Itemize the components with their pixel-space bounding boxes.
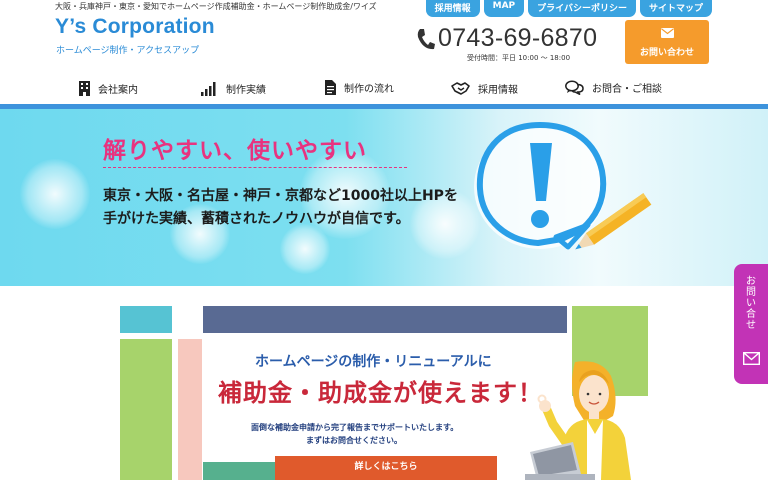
- phone-icon: [417, 28, 435, 49]
- document-icon: [325, 80, 336, 95]
- hero-headline: 解りやすい、使いやすい: [103, 138, 367, 164]
- hero-text-line-2: 手がけた実績、蓄積されたノウハウが自信です。: [103, 211, 410, 227]
- top-link-map[interactable]: MAP: [483, 0, 525, 17]
- details-button[interactable]: 詳しくはこちら: [275, 456, 497, 480]
- logo-subtitle: ホームページ制作・アクセスアップ: [56, 46, 200, 56]
- woman-with-laptop-illustration: [525, 361, 631, 480]
- nav-item-contact[interactable]: お問合・ご相談: [565, 80, 662, 95]
- nav-item-process[interactable]: 制作の流れ: [325, 80, 394, 95]
- nav-item-works[interactable]: 制作実績: [201, 81, 266, 96]
- bokeh-light: [20, 159, 90, 229]
- phone-number[interactable]: 0743-69-6870: [438, 24, 597, 53]
- top-link-recruit[interactable]: 採用情報: [425, 0, 480, 17]
- nav-item-recruit[interactable]: 採用情報: [451, 81, 518, 96]
- nav-item-company[interactable]: 会社案内: [79, 81, 138, 96]
- top-link-privacy[interactable]: プライバシーポリシー: [528, 0, 636, 17]
- business-hours: 受付時間：平日 10:00 ～ 18:00: [467, 54, 571, 62]
- site-tagline: 大阪・兵庫神戸・東京・愛知でホームページ作成補助金・ホームページ制作助成金/ワイ…: [55, 2, 377, 11]
- main-nav: 会社案内 制作実績 制作の流れ 採用情報 お問合・ご相談: [55, 77, 713, 101]
- nav-label: 制作実績: [226, 85, 266, 96]
- top-links: 採用情報 MAP プライバシーポリシー サイトマップ: [425, 0, 712, 17]
- hero-divider: [103, 167, 407, 168]
- banner-block: [120, 339, 172, 480]
- nav-label: お問合・ご相談: [592, 84, 662, 95]
- nav-label: 会社案内: [98, 85, 138, 96]
- hero-section: 解りやすい、使いやすい 東京・大阪・名古屋・神戸・京都など1000社以上HPを …: [0, 109, 768, 286]
- banner-line-4: まずはお問合せください。: [306, 436, 402, 445]
- page: 大阪・兵庫神戸・東京・愛知でホームページ作成補助金・ホームページ制作助成金/ワイ…: [0, 0, 768, 480]
- envelope-icon: [743, 352, 760, 365]
- mail-icon: [660, 28, 674, 38]
- nav-label: 採用情報: [478, 85, 518, 96]
- building-icon: [79, 81, 90, 96]
- banner-block: [120, 306, 172, 333]
- banner-line-3: 面倒な補助金申請から完了報告までサポートいたします。: [251, 423, 459, 432]
- hero-text-line-1: 東京・大阪・名古屋・神戸・京都など1000社以上HPを: [103, 188, 458, 204]
- side-contact-tab[interactable]: お問い合せ: [734, 264, 768, 384]
- banner-block: [178, 339, 202, 480]
- logo[interactable]: Y’s Corporation: [55, 15, 215, 39]
- banner-block: [203, 306, 567, 333]
- banner-line-1: ホームページの制作・リニューアルに: [255, 354, 492, 370]
- top-link-sitemap[interactable]: サイトマップ: [639, 0, 712, 17]
- nav-label: 制作の流れ: [344, 84, 394, 95]
- contact-button-label: お問い合わせ: [639, 48, 694, 58]
- contact-button[interactable]: お問い合わせ: [625, 20, 709, 64]
- banner-headline: 補助金・助成金が使えます！: [218, 379, 543, 407]
- bar-chart-icon: [201, 81, 216, 96]
- handshake-icon: [451, 82, 470, 95]
- exclamation-speech-bubble-illustration: [474, 122, 652, 250]
- bokeh-light: [280, 224, 330, 274]
- side-tab-label: お問い合せ: [746, 276, 756, 331]
- phone-block: 0743-69-6870: [415, 24, 597, 53]
- chat-bubbles-icon: [565, 80, 584, 95]
